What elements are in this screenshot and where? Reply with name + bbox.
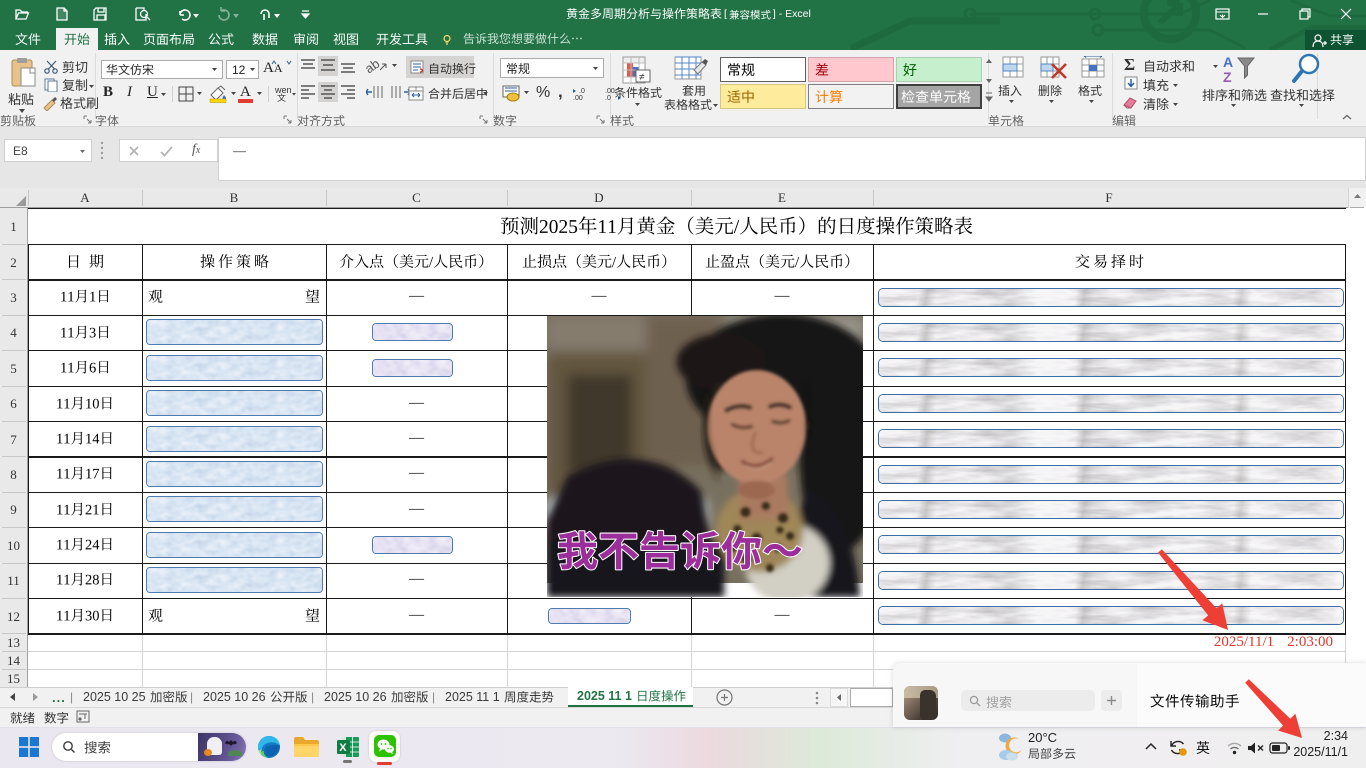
- svg-text:.00: .00: [573, 95, 583, 101]
- svg-text:ab: ab: [366, 58, 382, 74]
- svg-text:Z: Z: [1223, 69, 1232, 84]
- svg-text:≠: ≠: [639, 72, 645, 83]
- svg-text:X: X: [339, 742, 347, 754]
- svg-text:A: A: [1223, 54, 1233, 70]
- svg-text:.0: .0: [579, 88, 585, 95]
- svg-text:wen: wen: [274, 85, 292, 95]
- svg-text:.0: .0: [605, 95, 611, 101]
